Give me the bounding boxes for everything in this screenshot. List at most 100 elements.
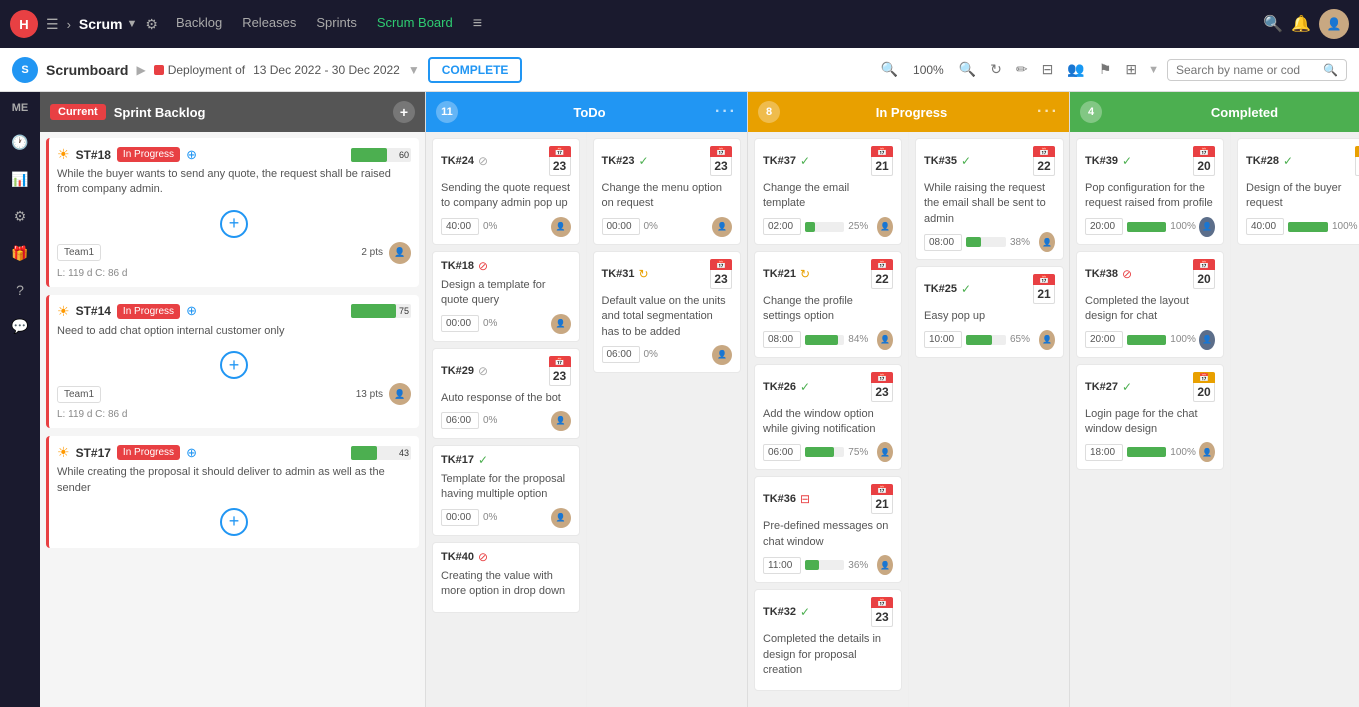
task-card-tk35: TK#35 ✓ 📅 22 While raising the request t… [915,138,1064,260]
story-add-icon[interactable]: ⊕ [186,445,197,461]
task-card-tk40: TK#40 ⊘ Creating the value with more opt… [432,542,580,613]
task-time: 11:00 [763,557,801,574]
filter-icon[interactable]: ⊟ [1042,61,1054,78]
task-calendar: 📅 20 [1355,146,1359,176]
task-text: Pre-defined messages on chat window [763,519,893,550]
zoom-out-icon[interactable]: 🔍 [881,61,898,78]
notification-icon[interactable]: 🔔 [1291,14,1311,34]
story-text: While the buyer wants to send any quote,… [57,167,411,198]
task-status-icon: ⊘ [478,154,488,168]
sidebar-gift-icon[interactable]: 🎁 [11,245,28,262]
nav-sprints[interactable]: Sprints [316,15,356,33]
task-avatar: 👤 [712,217,732,237]
task-time: 20:00 [1085,331,1123,348]
completed-title: Completed [1108,105,1359,120]
task-avatar: 👤 [1199,217,1215,237]
task-pct: 36% [848,560,873,571]
gear-icon[interactable]: ⚙ [145,16,158,33]
flag-icon[interactable]: ⚑ [1099,61,1112,78]
nav-backlog[interactable]: Backlog [176,15,222,33]
search-input[interactable] [1176,63,1319,77]
task-pct: 0% [644,349,669,360]
task-id: TK#17 [441,454,474,466]
story-progress-fill [351,304,396,318]
scrumboard-title: Scrumboard [46,62,128,78]
cal-top: 📅 [1193,259,1215,270]
todo-more-button[interactable]: ··· [715,103,737,121]
story-add-icon[interactable]: ⊕ [186,147,197,163]
task-id: TK#32 [763,606,796,618]
task-card-tk28: TK#28 ✓ 📅 20 Design of the buyer request… [1237,138,1359,245]
task-card-tk38: TK#38 ⊘ 📅 20 Completed the layout design… [1076,251,1224,358]
cal-top: 📅 [871,146,893,157]
cal-top: 📅 [549,146,571,157]
grid-icon[interactable]: ⊞ [1125,61,1137,78]
complete-button[interactable]: COMPLETE [428,57,523,83]
cal-num: 20 [1355,157,1359,176]
task-progress-bar [1288,222,1328,232]
hamburger-icon[interactable]: ☰ [46,16,59,33]
task-progress-bar [966,335,992,345]
nav-more-icon[interactable]: ≡ [473,15,482,33]
inprogress-column: 8 In Progress ··· TK#37 ✓ 📅 21 Chan [747,92,1069,707]
task-avatar: 👤 [877,555,893,575]
global-search-icon[interactable]: 🔍 [1263,14,1283,34]
task-calendar: 📅 21 [871,484,893,514]
story-add-icon[interactable]: ⊕ [186,303,197,319]
story-inner-add-button[interactable]: + [220,508,248,536]
task-calendar: 📅 23 [710,259,732,289]
sprint-backlog-body: ☀ ST#18 In Progress ⊕ 60 While the buyer… [40,132,425,707]
task-calendar: 📅 23 [549,146,571,176]
nav-scrum-board[interactable]: Scrum Board [377,15,453,33]
sidebar-chat-icon[interactable]: 💬 [11,318,28,335]
task-time: 06:00 [441,412,479,429]
sidebar-chart-icon[interactable]: 📊 [11,171,28,188]
sidebar-settings-icon[interactable]: ⚙ [14,208,27,225]
task-card-tk32: TK#32 ✓ 📅 23 Completed the details in de… [754,589,902,691]
users-icon[interactable]: 👥 [1067,61,1084,78]
task-time: 06:00 [763,444,801,461]
story-inner-add-button[interactable]: + [220,351,248,379]
todo-column-header: 11 ToDo ··· [426,92,747,132]
task-progress-wrap [1127,222,1166,232]
nav-releases[interactable]: Releases [242,15,296,33]
refresh-icon[interactable]: ↻ [990,61,1002,78]
scrum-nav-label[interactable]: Scrum ▼ [79,16,137,32]
todo-count-badge: 11 [436,101,458,123]
task-pct: 38% [1010,237,1035,248]
user-avatar[interactable]: 👤 [1319,9,1349,39]
story-card-st18: ☀ ST#18 In Progress ⊕ 60 While the buyer… [46,138,419,287]
task-pct: 100% [1170,334,1195,345]
task-card-tk36: TK#36 ⊟ 📅 21 Pre-defined messages on cha… [754,476,902,583]
story-progress-bar: 43 [351,446,411,460]
zoom-in-icon[interactable]: 🔍 [959,61,976,78]
task-id: TK#35 [924,155,957,167]
story-points: 13 pts [356,389,383,400]
task-pct: 0% [483,512,508,523]
edit-icon[interactable]: ✏ [1016,61,1028,78]
task-status-icon: ✓ [800,154,810,168]
task-progress-wrap [966,237,1006,247]
story-progress-fill [351,446,377,460]
task-avatar: 👤 [551,508,571,528]
inprogress-more-button[interactable]: ··· [1037,103,1059,121]
task-status-icon: ⊘ [478,550,488,564]
grid-dropdown-icon[interactable]: ▼ [1148,64,1159,76]
task-progress-bar [1127,447,1166,457]
me-label[interactable]: ME [12,102,29,114]
task-text: Creating the value with more option in d… [441,569,571,600]
story-sun-icon: ☀ [57,303,70,320]
sidebar-question-icon[interactable]: ? [16,282,24,298]
sidebar-clock-icon[interactable]: 🕐 [11,134,28,151]
story-progress-bar: 60 [351,148,411,162]
task-progress-bar [805,560,819,570]
task-time: 40:00 [441,218,479,235]
sprint-backlog-add-button[interactable]: + [393,101,415,123]
completed-column: 4 Completed TK#39 ✓ 📅 20 Pop configurati… [1069,92,1359,707]
story-team-label: Team1 [57,386,101,403]
task-time: 40:00 [1246,218,1284,235]
story-inner-add-button[interactable]: + [220,210,248,238]
task-card-tk25: TK#25 ✓ 📅 21 Easy pop up 10:00 65% [915,266,1064,357]
play-icon[interactable]: ▶ [136,63,145,77]
sprint-dropdown-icon[interactable]: ▼ [408,63,420,77]
